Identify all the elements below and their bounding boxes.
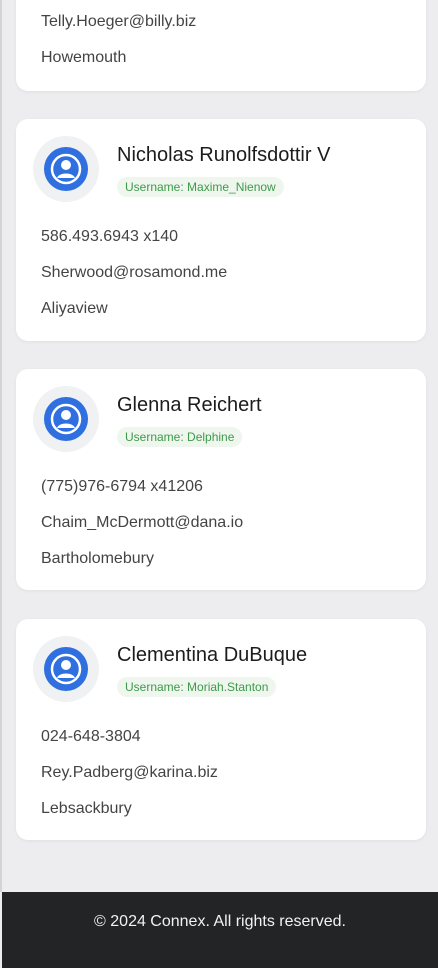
user-avatar-icon xyxy=(44,647,88,691)
contact-card[interactable]: Nicholas Runolfsdottir V Username: Maxim… xyxy=(16,119,426,341)
avatar xyxy=(33,636,99,702)
contact-email[interactable]: Telly.Hoeger@billy.biz xyxy=(41,13,196,31)
user-avatar-icon xyxy=(44,397,88,441)
page-footer: © 2024 Connex. All rights reserved. xyxy=(2,892,438,968)
contact-name: Glenna Reichert xyxy=(117,394,262,416)
footer-copyright: © 2024 Connex. All rights reserved. xyxy=(94,913,346,930)
contact-card[interactable]: Telly.Hoeger@billy.biz Howemouth xyxy=(16,0,426,91)
contact-email[interactable]: Rey.Padberg@karina.biz xyxy=(41,764,218,782)
username-badge: Username: Maxime_Nienow xyxy=(117,177,284,197)
user-avatar-icon xyxy=(44,147,88,191)
contact-phone[interactable]: 586.493.6943 x140 xyxy=(41,228,178,246)
contact-name: Nicholas Runolfsdottir V xyxy=(117,144,331,166)
username-badge: Username: Delphine xyxy=(117,427,243,447)
contact-card[interactable]: Glenna Reichert Username: Delphine (775)… xyxy=(16,369,426,590)
contact-city: Lebsackbury xyxy=(41,800,132,817)
avatar xyxy=(33,136,99,202)
contact-city: Howemouth xyxy=(41,49,127,66)
contact-card[interactable]: Clementina DuBuque Username: Moriah.Stan… xyxy=(16,619,426,840)
page-left-border xyxy=(0,0,2,892)
contact-name: Clementina DuBuque xyxy=(117,644,308,666)
contact-phone[interactable]: (775)976-6794 x41206 xyxy=(41,478,203,496)
contact-city: Aliyaview xyxy=(41,300,108,317)
avatar xyxy=(33,386,99,452)
contact-city: Bartholomebury xyxy=(41,550,154,567)
contact-email[interactable]: Sherwood@rosamond.me xyxy=(41,264,227,282)
contact-email[interactable]: Chaim_McDermott@dana.io xyxy=(41,514,243,532)
username-badge: Username: Moriah.Stanton xyxy=(117,677,277,697)
contact-phone[interactable]: 024-648-3804 xyxy=(41,728,141,746)
